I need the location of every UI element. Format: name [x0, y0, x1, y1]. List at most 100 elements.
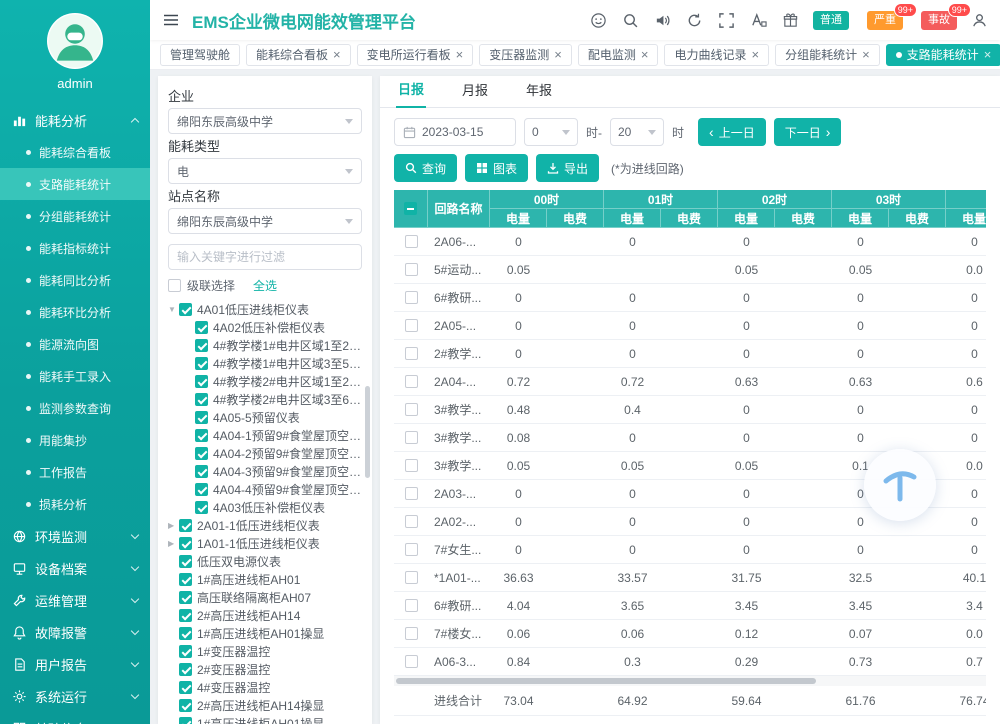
tree-node[interactable]: 4A04-3预留9#食堂屋顶空调机组仪表 [168, 462, 362, 480]
tab-分组能耗统计[interactable]: 分组能耗统计× [775, 44, 880, 66]
row-checkbox[interactable] [405, 375, 418, 388]
tree-node[interactable]: 2#高压进线柜AH14 [168, 606, 362, 624]
keyword-filter-input[interactable] [168, 244, 362, 270]
tree-checkbox-checked[interactable] [195, 429, 208, 442]
tree-node[interactable]: 4#教学楼2#电井区域1至2层动力仪表 [168, 372, 362, 390]
tree-checkbox-checked[interactable] [179, 519, 192, 532]
sidebar-group-故障报警[interactable]: 故障报警 [0, 616, 150, 648]
tree-node[interactable]: 1#高压进线柜AH01操显 [168, 624, 362, 642]
query-button[interactable]: 查询 [394, 154, 457, 182]
circuit-name-cell[interactable]: 6#教研... [428, 284, 490, 311]
close-icon[interactable]: × [984, 48, 992, 61]
tab-daily-report[interactable]: 日报 [396, 79, 426, 108]
company-select[interactable]: 绵阳东辰高级中学 [168, 108, 362, 134]
tab-yearly-report[interactable]: 年报 [524, 80, 554, 107]
tab-变电所运行看板[interactable]: 变电所运行看板× [357, 44, 474, 66]
tree-node[interactable]: 4A05-5预留仪表 [168, 408, 362, 426]
tree-checkbox-checked[interactable] [195, 501, 208, 514]
tree-node[interactable]: 低压双电源仪表 [168, 552, 362, 570]
circuit-name-cell[interactable]: 3#教学... [428, 396, 490, 423]
tree-node[interactable]: ▶2A01-1低压进线柜仪表 [168, 516, 362, 534]
tree-checkbox-checked[interactable] [179, 591, 192, 604]
row-checkbox[interactable] [405, 319, 418, 332]
tree-checkbox-checked[interactable] [179, 663, 192, 676]
caret-right-icon[interactable]: ▶ [168, 539, 179, 548]
previous-day-button[interactable]: ‹ 上一日 [698, 118, 766, 146]
tree-node[interactable]: 4#教学楼1#电井区域1至2层动力仪表 [168, 336, 362, 354]
tab-管理驾驶舱[interactable]: 管理驾驶舱 [160, 44, 240, 66]
tree-node[interactable]: 2#变压器温控 [168, 660, 362, 678]
sidebar-item-用能集抄[interactable]: 用能集抄 [0, 424, 150, 456]
tree-checkbox-checked[interactable] [179, 717, 192, 724]
tree-node[interactable]: 4#教学楼2#电井区域3至6层动力仪表 [168, 390, 362, 408]
circuit-name-cell[interactable]: 7#楼女... [428, 620, 490, 647]
close-icon[interactable]: × [456, 48, 464, 61]
tree-checkbox-checked[interactable] [179, 303, 192, 316]
circuit-name-cell[interactable]: 3#教学... [428, 452, 490, 479]
row-checkbox[interactable] [405, 263, 418, 276]
tree-node[interactable]: ▼4A01低压进线柜仪表 [168, 300, 362, 318]
circuit-name-cell[interactable]: 2A02-... [428, 508, 490, 535]
circuit-name-cell[interactable]: 2A05-... [428, 312, 490, 339]
sidebar-group-能耗分析[interactable]: 能耗分析 [0, 104, 150, 136]
tree-node[interactable]: 4#教学楼1#电井区域3至5层动力仪表 [168, 354, 362, 372]
circuit-name-cell[interactable]: 2A06-... [428, 228, 490, 255]
alarm-pill-普通[interactable]: 普通 [813, 11, 849, 30]
tree-checkbox-checked[interactable] [179, 555, 192, 568]
tree-checkbox-checked[interactable] [195, 483, 208, 496]
close-icon[interactable]: × [554, 48, 562, 61]
row-checkbox[interactable] [405, 655, 418, 668]
tree-checkbox-checked[interactable] [195, 321, 208, 334]
sidebar-item-能耗手工录入[interactable]: 能耗手工录入 [0, 360, 150, 392]
select-all-checkbox[interactable] [404, 202, 417, 215]
tree-node[interactable]: 1#高压进线柜AH01操显 [168, 714, 362, 724]
tab-支路能耗统计[interactable]: 支路能耗统计× [886, 44, 1000, 66]
tree-node[interactable]: 高压联络隔离柜AH07 [168, 588, 362, 606]
close-icon[interactable]: × [862, 48, 870, 61]
tree-checkbox-checked[interactable] [179, 537, 192, 550]
cascade-checkbox[interactable] [168, 279, 181, 292]
tree-node[interactable]: 1#变压器温控 [168, 642, 362, 660]
circuit-name-cell[interactable]: 2A04-... [428, 368, 490, 395]
user-avatar[interactable] [47, 13, 103, 69]
station-select[interactable]: 绵阳东辰高级中学 [168, 208, 362, 234]
row-checkbox[interactable] [405, 543, 418, 556]
row-checkbox[interactable] [405, 627, 418, 640]
hour-start-select[interactable]: 0 [524, 118, 578, 146]
tree-checkbox-checked[interactable] [179, 627, 192, 640]
row-checkbox[interactable] [405, 487, 418, 500]
close-icon[interactable]: × [333, 48, 341, 61]
hour-end-select[interactable]: 20 [610, 118, 664, 146]
sidebar-group-基础信息[interactable]: 基础信息 [0, 712, 150, 724]
circuit-name-cell[interactable]: 3#教学... [428, 424, 490, 451]
tab-配电监测[interactable]: 配电监测× [578, 44, 659, 66]
circuit-name-cell[interactable]: 5#运动... [428, 256, 490, 283]
tree-node[interactable]: 2#高压进线柜AH14操显 [168, 696, 362, 714]
next-day-button[interactable]: 下一日 › [774, 118, 842, 146]
sidebar-item-能耗环比分析[interactable]: 能耗环比分析 [0, 296, 150, 328]
tab-能耗综合看板[interactable]: 能耗综合看板× [246, 44, 351, 66]
tree-node[interactable]: ▶1A01-1低压进线柜仪表 [168, 534, 362, 552]
close-icon[interactable]: × [751, 48, 759, 61]
alarm-pill-事故[interactable]: 事故99+ [921, 11, 957, 30]
circuit-name-cell[interactable]: *1A01-... [428, 564, 490, 591]
tab-monthly-report[interactable]: 月报 [460, 80, 490, 107]
tree-checkbox-checked[interactable] [179, 681, 192, 694]
row-checkbox[interactable] [405, 291, 418, 304]
row-checkbox[interactable] [405, 599, 418, 612]
tree-node[interactable]: 4A03低压补偿柜仪表 [168, 498, 362, 516]
refresh-icon[interactable] [686, 12, 703, 29]
panel-scrollbar-thumb[interactable] [365, 386, 370, 478]
collapse-menu-icon[interactable] [162, 11, 180, 29]
row-checkbox[interactable] [405, 571, 418, 584]
select-all-link[interactable]: 全选 [253, 277, 277, 294]
close-icon[interactable]: × [641, 48, 649, 61]
tree-checkbox-checked[interactable] [195, 393, 208, 406]
sidebar-item-支路能耗统计[interactable]: 支路能耗统计 [0, 168, 150, 200]
energy-type-select[interactable]: 电 [168, 158, 362, 184]
circuit-name-cell[interactable]: 2A03-... [428, 480, 490, 507]
sidebar-group-环境监测[interactable]: 环境监测 [0, 520, 150, 552]
alarm-pill-严重[interactable]: 严重99+ [867, 11, 903, 30]
tab-变压器监测[interactable]: 变压器监测× [479, 44, 572, 66]
tree-checkbox-checked[interactable] [195, 357, 208, 370]
